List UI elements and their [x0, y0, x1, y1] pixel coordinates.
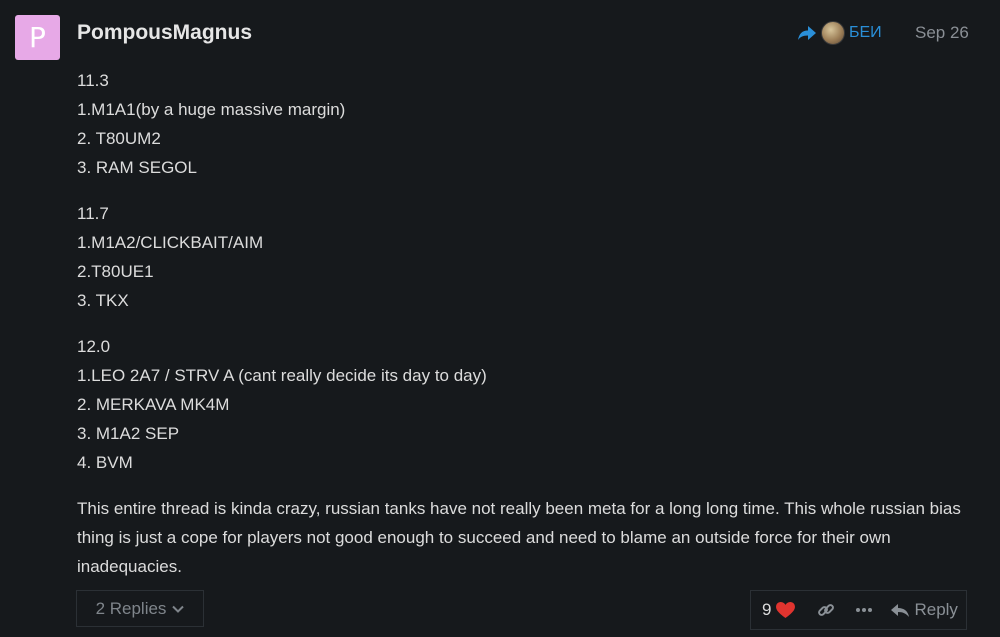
ellipsis-icon	[856, 608, 873, 612]
block-line: 11.3	[77, 71, 109, 90]
reply-to-username: БЕИ	[849, 24, 882, 41]
block-line: 3. TKX	[77, 291, 129, 310]
block-line: 1.M1A2/CLICKBAIT/AIM	[77, 233, 264, 252]
copy-link-button[interactable]	[817, 601, 835, 619]
post-actions: 9 Reply	[750, 590, 967, 630]
post-paragraph: This entire thread is kinda crazy, russi…	[77, 499, 961, 576]
block-line: 2. T80UM2	[77, 129, 161, 148]
block-line: 4. BVM	[77, 453, 133, 472]
reply-arrow-icon	[891, 603, 910, 617]
poster-avatar[interactable]: P	[15, 15, 60, 60]
post-username[interactable]: PompousMagnus	[77, 21, 252, 45]
avatar-letter: P	[29, 21, 46, 54]
tier-list-block: 11.3 1.M1A1(by a huge massive margin) 2.…	[77, 66, 977, 182]
reply-to-tab[interactable]: БЕИ	[797, 21, 882, 45]
like-count: 9	[762, 600, 772, 619]
block-line: 3. M1A2 SEP	[77, 424, 180, 443]
show-replies-button[interactable]: 2 Replies	[76, 590, 204, 627]
block-line: 12.0	[77, 337, 111, 356]
post-content: 11.3 1.M1A1(by a huge massive margin) 2.…	[77, 66, 977, 581]
block-line: 1.LEO 2A7 / STRV A (cant really decide i…	[77, 366, 487, 385]
share-arrow-icon	[798, 26, 816, 40]
block-line: 2. MERKAVA MK4M	[77, 395, 230, 414]
post-date[interactable]: Sep 26	[915, 23, 969, 43]
more-actions-button[interactable]	[855, 607, 873, 613]
reply-to-avatar	[821, 21, 845, 45]
block-line: 1.M1A1(by a huge massive margin)	[77, 100, 346, 119]
like-button[interactable]: 9	[762, 600, 796, 620]
tier-list-block: 12.0 1.LEO 2A7 / STRV A (cant really dec…	[77, 332, 977, 477]
block-line: 2.T80UE1	[77, 262, 154, 281]
heart-icon	[776, 601, 796, 618]
tier-list-block: 11.7 1.M1A2/CLICKBAIT/AIM 2.T80UE1 3. TK…	[77, 199, 977, 315]
link-icon	[818, 604, 835, 616]
block-line: 11.7	[77, 204, 109, 223]
reply-button[interactable]: Reply	[891, 600, 958, 620]
chevron-down-icon	[172, 605, 185, 613]
block-line: 3. RAM SEGOL	[77, 158, 197, 177]
replies-label: 2 Replies	[95, 598, 167, 618]
reply-label: Reply	[914, 600, 958, 619]
